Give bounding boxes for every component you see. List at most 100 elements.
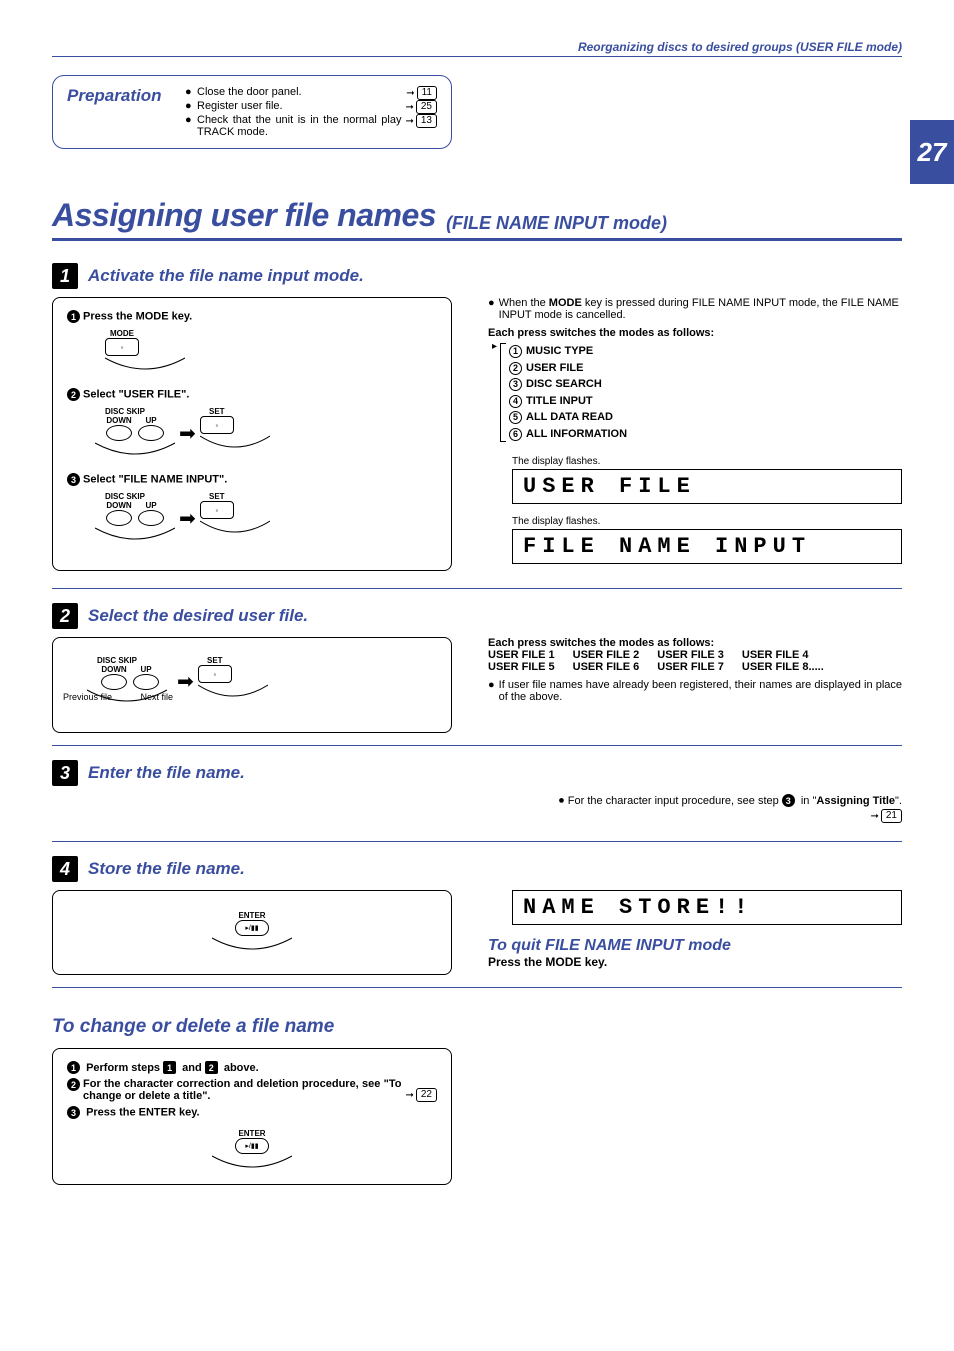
mode-key-icon: ◦ [105,338,139,356]
curve-icon [212,1154,292,1172]
mode-item: 2USER FILE [501,360,902,377]
key-label: DOWN [101,665,127,674]
section-rule [52,841,902,842]
step-1-content: 1Press the MODE key. MODE ◦ 2Select "USE… [52,297,902,576]
step-4-box: ENTER ▸/▮▮ [52,890,452,975]
curve-icon [95,526,175,544]
step-title: Store the file name. [88,859,245,879]
curve-icon [200,519,270,537]
quit-action: Press the MODE key. [488,955,902,969]
step-1-header: 1 Activate the file name input mode. [52,263,902,289]
sub-number-icon: 2 [67,388,80,401]
sub-label: For the character correction and deletio… [83,1078,401,1102]
user-file-grid: USER FILE 1 USER FILE 2 USER FILE 3 USER… [488,649,902,673]
sub-number-icon: 3 [67,1106,80,1119]
key-label: SET [198,656,232,665]
user-file-item: USER FILE 5 [488,661,555,673]
mode-item: 6ALL INFORMATION [501,426,902,443]
mode-item: 5ALL DATA READ [501,409,902,426]
preparation-box: Preparation ● Close the door panel. ➞11 … [52,75,452,149]
user-file-item: USER FILE 7 [657,661,724,673]
key-label: DISC SKIP [95,492,155,501]
sub-label: Press the MODE key. [83,311,192,323]
key-label: SET [200,492,234,501]
user-file-item: USER FILE 6 [573,661,640,673]
step-2-header: 2 Select the desired user file. [52,603,902,629]
key-label: MODE [105,329,139,338]
mode-item: 3DISC SEARCH [501,376,902,393]
sub-label: Select "FILE NAME INPUT". [83,474,227,486]
step-1-box: 1Press the MODE key. MODE ◦ 2Select "USE… [52,297,452,571]
disc-skip-diagram-3: DISC SKIP DOWN UP [87,656,437,706]
step-3-header: 3 Enter the file name. [52,760,902,786]
step-title: Select the desired user file. [88,606,308,626]
up-key-icon [138,425,164,441]
note-row: ● If user file names have already been r… [488,679,902,703]
down-key-icon [106,425,132,441]
preparation-items: ● Close the door panel. ➞11 ● Register u… [185,86,437,138]
sub-number-icon: 1 [67,310,80,323]
down-key-icon [101,674,127,690]
step-1-right: ● When the MODE key is pressed during FI… [488,297,902,576]
section-rule [52,987,902,988]
enter-key-diagram: ENTER ▸/▮▮ [212,911,292,954]
each-press-heading: Each press switches the modes as follows… [488,637,902,649]
curve-icon [105,356,185,374]
manual-page: Reorganizing discs to desired groups (US… [0,0,954,1237]
enter-key-icon: ▸/▮▮ [235,1138,269,1154]
key-label: DOWN [106,501,132,510]
key-label: ENTER [67,1129,437,1138]
sub-number-icon: 3 [67,473,80,486]
prep-item: ● Close the door panel. ➞11 [185,86,437,100]
sub-label: Select "USER FILE". [83,389,189,401]
key-label: DISC SKIP [87,656,147,665]
quit-title: To quit FILE NAME INPUT mode [488,937,902,955]
prep-text: Close the door panel. [197,86,402,98]
note-row: ● When the MODE key is pressed during FI… [488,297,902,321]
change-content: 1 Perform steps 1 and 2 above. 2 For the… [52,1048,902,1185]
mode-item: 4TITLE INPUT [501,393,902,410]
curve-icon [95,441,175,459]
up-key-icon [138,510,164,526]
sub-label: Perform steps 1 and 2 above. [86,1062,259,1074]
note-text: If user file names have already been reg… [499,679,902,703]
note-text: For the character input procedure, see s… [568,795,902,807]
step-4-right: NAME STORE!! To quit FILE NAME INPUT mod… [488,890,902,975]
step-2-box: DISC SKIP DOWN UP [52,637,452,733]
section-rule [52,588,902,589]
user-file-item: USER FILE 1 [488,649,555,661]
preparation-label: Preparation [67,86,167,138]
arrow-right-icon: ➡ [179,506,196,531]
step-2-right: Each press switches the modes as follows… [488,637,902,733]
prep-text: Check that the unit is in the normal pla… [197,114,401,138]
main-title: Assigning user file names (FILE NAME INP… [52,197,902,241]
change-box: 1 Perform steps 1 and 2 above. 2 For the… [52,1048,452,1185]
each-press-heading: Each press switches the modes as follows… [488,327,902,339]
next-file-label: Next file [140,692,173,702]
key-label: ENTER [212,911,292,920]
lcd-display: FILE NAME INPUT [512,529,902,564]
title-sub: (FILE NAME INPUT mode) [446,213,667,234]
lcd-display: NAME STORE!! [512,890,902,925]
step-number: 2 [52,603,78,629]
key-label: DOWN [106,416,132,425]
user-file-item: USER FILE 8..... [742,661,824,673]
lcd-display: USER FILE [512,469,902,504]
step-title: Enter the file name. [88,763,245,783]
page-ref: ➞21 [870,809,902,823]
arrow-right-icon: ➡ [177,669,194,694]
step-title: Activate the file name input mode. [88,266,364,286]
page-ref: ➞13 [405,114,437,128]
disc-skip-diagram-2: DISC SKIP DOWN UP [105,492,437,544]
page-number: 27 [910,120,954,184]
loop-arrow-icon: ▸ [492,341,497,352]
step-3-content: ● For the character input procedure, see… [52,794,902,829]
key-label: UP [138,501,164,510]
arrow-right-icon: ➡ [179,421,196,446]
key-label: UP [138,416,164,425]
set-key-icon: ◦ [200,416,234,434]
note-row: ● For the character input procedure, see… [488,794,902,823]
page-ref: ➞11 [406,86,437,100]
sub-number-icon: 1 [67,1061,80,1074]
step-2-content: DISC SKIP DOWN UP [52,637,902,733]
